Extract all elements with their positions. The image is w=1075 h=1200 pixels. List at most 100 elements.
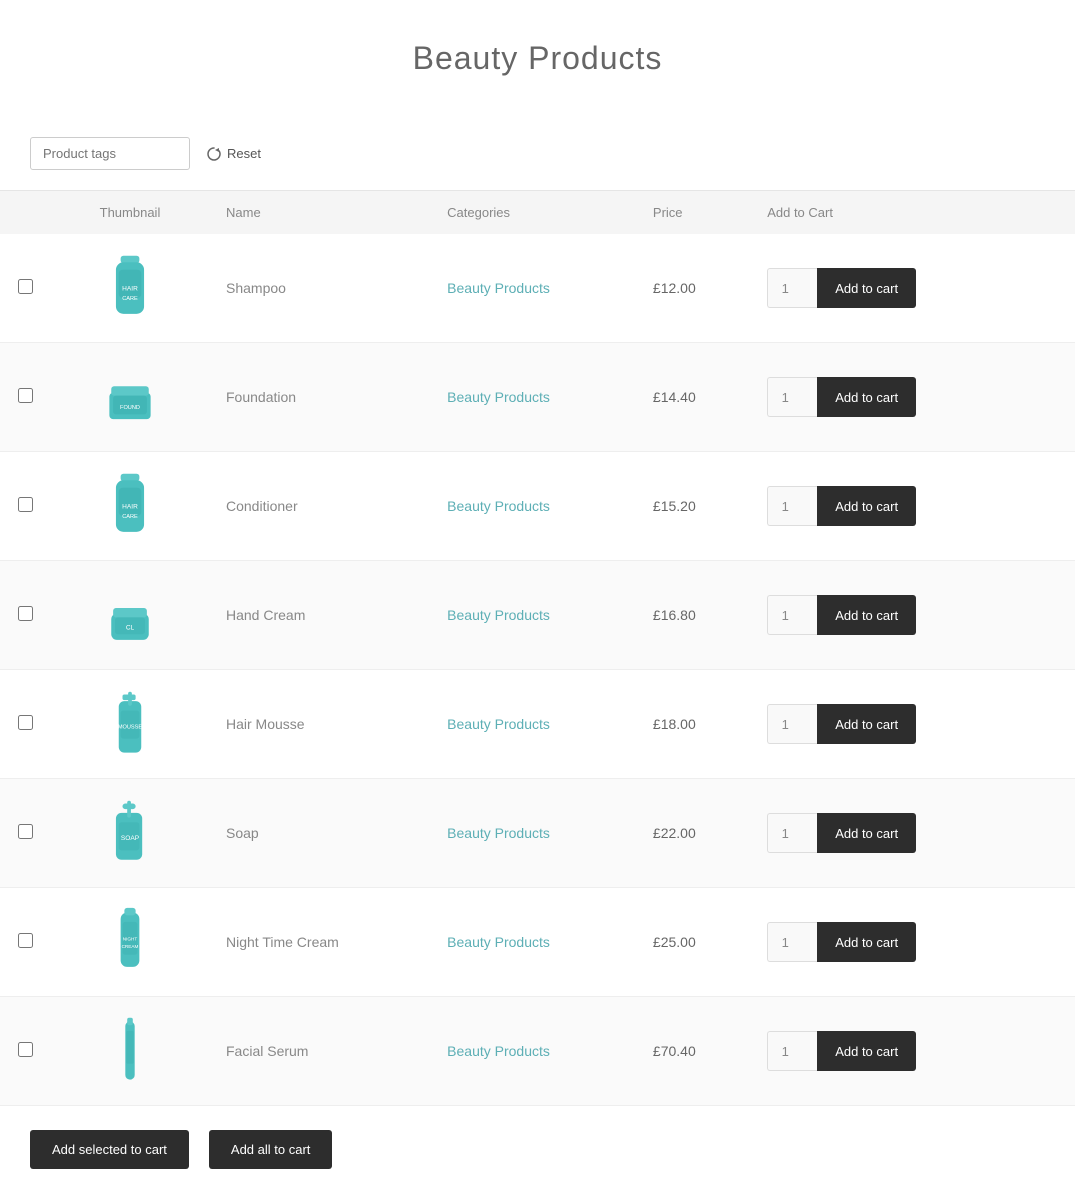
product-thumbnail-5 bbox=[95, 684, 165, 764]
row-name: Foundation bbox=[210, 343, 431, 452]
th-checkbox bbox=[0, 191, 50, 235]
row-name: Shampoo bbox=[210, 234, 431, 343]
row-checkbox-1[interactable] bbox=[18, 279, 33, 294]
add-to-cart-group: Add to cart bbox=[767, 922, 1059, 962]
add-to-cart-button-3[interactable]: Add to cart bbox=[817, 486, 916, 526]
add-to-cart-button-6[interactable]: Add to cart bbox=[817, 813, 916, 853]
row-name: Hand Cream bbox=[210, 561, 431, 670]
row-checkbox-8[interactable] bbox=[18, 1042, 33, 1057]
quantity-input-2[interactable] bbox=[767, 377, 817, 417]
row-add-to-cart-cell: Add to cart bbox=[751, 343, 1075, 452]
add-selected-to-cart-button[interactable]: Add selected to cart bbox=[30, 1130, 189, 1169]
footer-bar: Add selected to cart Add all to cart bbox=[0, 1106, 1075, 1193]
row-checkbox-cell bbox=[0, 997, 50, 1106]
row-name: Facial Serum bbox=[210, 997, 431, 1106]
row-thumbnail-cell bbox=[50, 670, 210, 779]
row-add-to-cart-cell: Add to cart bbox=[751, 234, 1075, 343]
row-price: £16.80 bbox=[637, 561, 751, 670]
row-add-to-cart-cell: Add to cart bbox=[751, 888, 1075, 997]
row-thumbnail-cell bbox=[50, 997, 210, 1106]
row-checkbox-2[interactable] bbox=[18, 388, 33, 403]
th-categories: Categories bbox=[431, 191, 637, 235]
table-row: Soap Beauty Products £22.00 Add to cart bbox=[0, 779, 1075, 888]
quantity-input-1[interactable] bbox=[767, 268, 817, 308]
add-to-cart-button-7[interactable]: Add to cart bbox=[817, 922, 916, 962]
row-price: £14.40 bbox=[637, 343, 751, 452]
row-add-to-cart-cell: Add to cart bbox=[751, 561, 1075, 670]
product-thumbnail-1 bbox=[95, 248, 165, 328]
product-thumbnail-8 bbox=[95, 1011, 165, 1091]
add-to-cart-button-1[interactable]: Add to cart bbox=[817, 268, 916, 308]
quantity-input-3[interactable] bbox=[767, 486, 817, 526]
table-row: Shampoo Beauty Products £12.00 Add to ca… bbox=[0, 234, 1075, 343]
product-thumbnail-4 bbox=[95, 575, 165, 655]
row-category: Beauty Products bbox=[431, 561, 637, 670]
row-thumbnail-cell bbox=[50, 561, 210, 670]
row-thumbnail-cell bbox=[50, 452, 210, 561]
add-to-cart-group: Add to cart bbox=[767, 704, 1059, 744]
product-table-body: Shampoo Beauty Products £12.00 Add to ca… bbox=[0, 234, 1075, 1106]
th-thumbnail: Thumbnail bbox=[50, 191, 210, 235]
row-category: Beauty Products bbox=[431, 670, 637, 779]
add-to-cart-group: Add to cart bbox=[767, 595, 1059, 635]
row-add-to-cart-cell: Add to cart bbox=[751, 997, 1075, 1106]
table-row: Conditioner Beauty Products £15.20 Add t… bbox=[0, 452, 1075, 561]
row-category: Beauty Products bbox=[431, 888, 637, 997]
row-checkbox-3[interactable] bbox=[18, 497, 33, 512]
add-all-to-cart-button[interactable]: Add all to cart bbox=[209, 1130, 333, 1169]
th-add-to-cart: Add to Cart bbox=[751, 191, 1075, 235]
row-name: Hair Mousse bbox=[210, 670, 431, 779]
row-checkbox-cell bbox=[0, 888, 50, 997]
quantity-input-7[interactable] bbox=[767, 922, 817, 962]
row-checkbox-5[interactable] bbox=[18, 715, 33, 730]
row-checkbox-cell bbox=[0, 779, 50, 888]
row-price: £12.00 bbox=[637, 234, 751, 343]
table-row: Facial Serum Beauty Products £70.40 Add … bbox=[0, 997, 1075, 1106]
row-checkbox-4[interactable] bbox=[18, 606, 33, 621]
reset-button[interactable]: Reset bbox=[206, 146, 261, 162]
th-price: Price bbox=[637, 191, 751, 235]
row-checkbox-cell bbox=[0, 234, 50, 343]
table-row: Foundation Beauty Products £14.40 Add to… bbox=[0, 343, 1075, 452]
row-checkbox-6[interactable] bbox=[18, 824, 33, 839]
quantity-input-4[interactable] bbox=[767, 595, 817, 635]
row-checkbox-7[interactable] bbox=[18, 933, 33, 948]
row-name: Conditioner bbox=[210, 452, 431, 561]
row-category: Beauty Products bbox=[431, 234, 637, 343]
product-thumbnail-3 bbox=[95, 466, 165, 546]
table-row: Night Time Cream Beauty Products £25.00 … bbox=[0, 888, 1075, 997]
quantity-input-5[interactable] bbox=[767, 704, 817, 744]
product-thumbnail-2 bbox=[95, 357, 165, 437]
page-title: Beauty Products bbox=[0, 0, 1075, 137]
filter-bar: Reset bbox=[0, 137, 1075, 190]
row-checkbox-cell bbox=[0, 670, 50, 779]
row-category: Beauty Products bbox=[431, 779, 637, 888]
add-to-cart-button-2[interactable]: Add to cart bbox=[817, 377, 916, 417]
row-price: £25.00 bbox=[637, 888, 751, 997]
row-category: Beauty Products bbox=[431, 997, 637, 1106]
row-thumbnail-cell bbox=[50, 343, 210, 452]
add-to-cart-button-5[interactable]: Add to cart bbox=[817, 704, 916, 744]
table-row: Hand Cream Beauty Products £16.80 Add to… bbox=[0, 561, 1075, 670]
product-tags-input[interactable] bbox=[30, 137, 190, 170]
reset-label: Reset bbox=[227, 146, 261, 161]
table-row: Hair Mousse Beauty Products £18.00 Add t… bbox=[0, 670, 1075, 779]
add-to-cart-button-4[interactable]: Add to cart bbox=[817, 595, 916, 635]
table-header: Thumbnail Name Categories Price Add to C… bbox=[0, 191, 1075, 235]
row-price: £22.00 bbox=[637, 779, 751, 888]
row-name: Night Time Cream bbox=[210, 888, 431, 997]
row-add-to-cart-cell: Add to cart bbox=[751, 452, 1075, 561]
row-add-to-cart-cell: Add to cart bbox=[751, 670, 1075, 779]
add-to-cart-group: Add to cart bbox=[767, 268, 1059, 308]
add-to-cart-group: Add to cart bbox=[767, 1031, 1059, 1071]
row-price: £15.20 bbox=[637, 452, 751, 561]
quantity-input-6[interactable] bbox=[767, 813, 817, 853]
add-to-cart-button-8[interactable]: Add to cart bbox=[817, 1031, 916, 1071]
product-thumbnail-6 bbox=[95, 793, 165, 873]
row-category: Beauty Products bbox=[431, 452, 637, 561]
add-to-cart-group: Add to cart bbox=[767, 486, 1059, 526]
quantity-input-8[interactable] bbox=[767, 1031, 817, 1071]
row-checkbox-cell bbox=[0, 561, 50, 670]
row-price: £18.00 bbox=[637, 670, 751, 779]
row-name: Soap bbox=[210, 779, 431, 888]
